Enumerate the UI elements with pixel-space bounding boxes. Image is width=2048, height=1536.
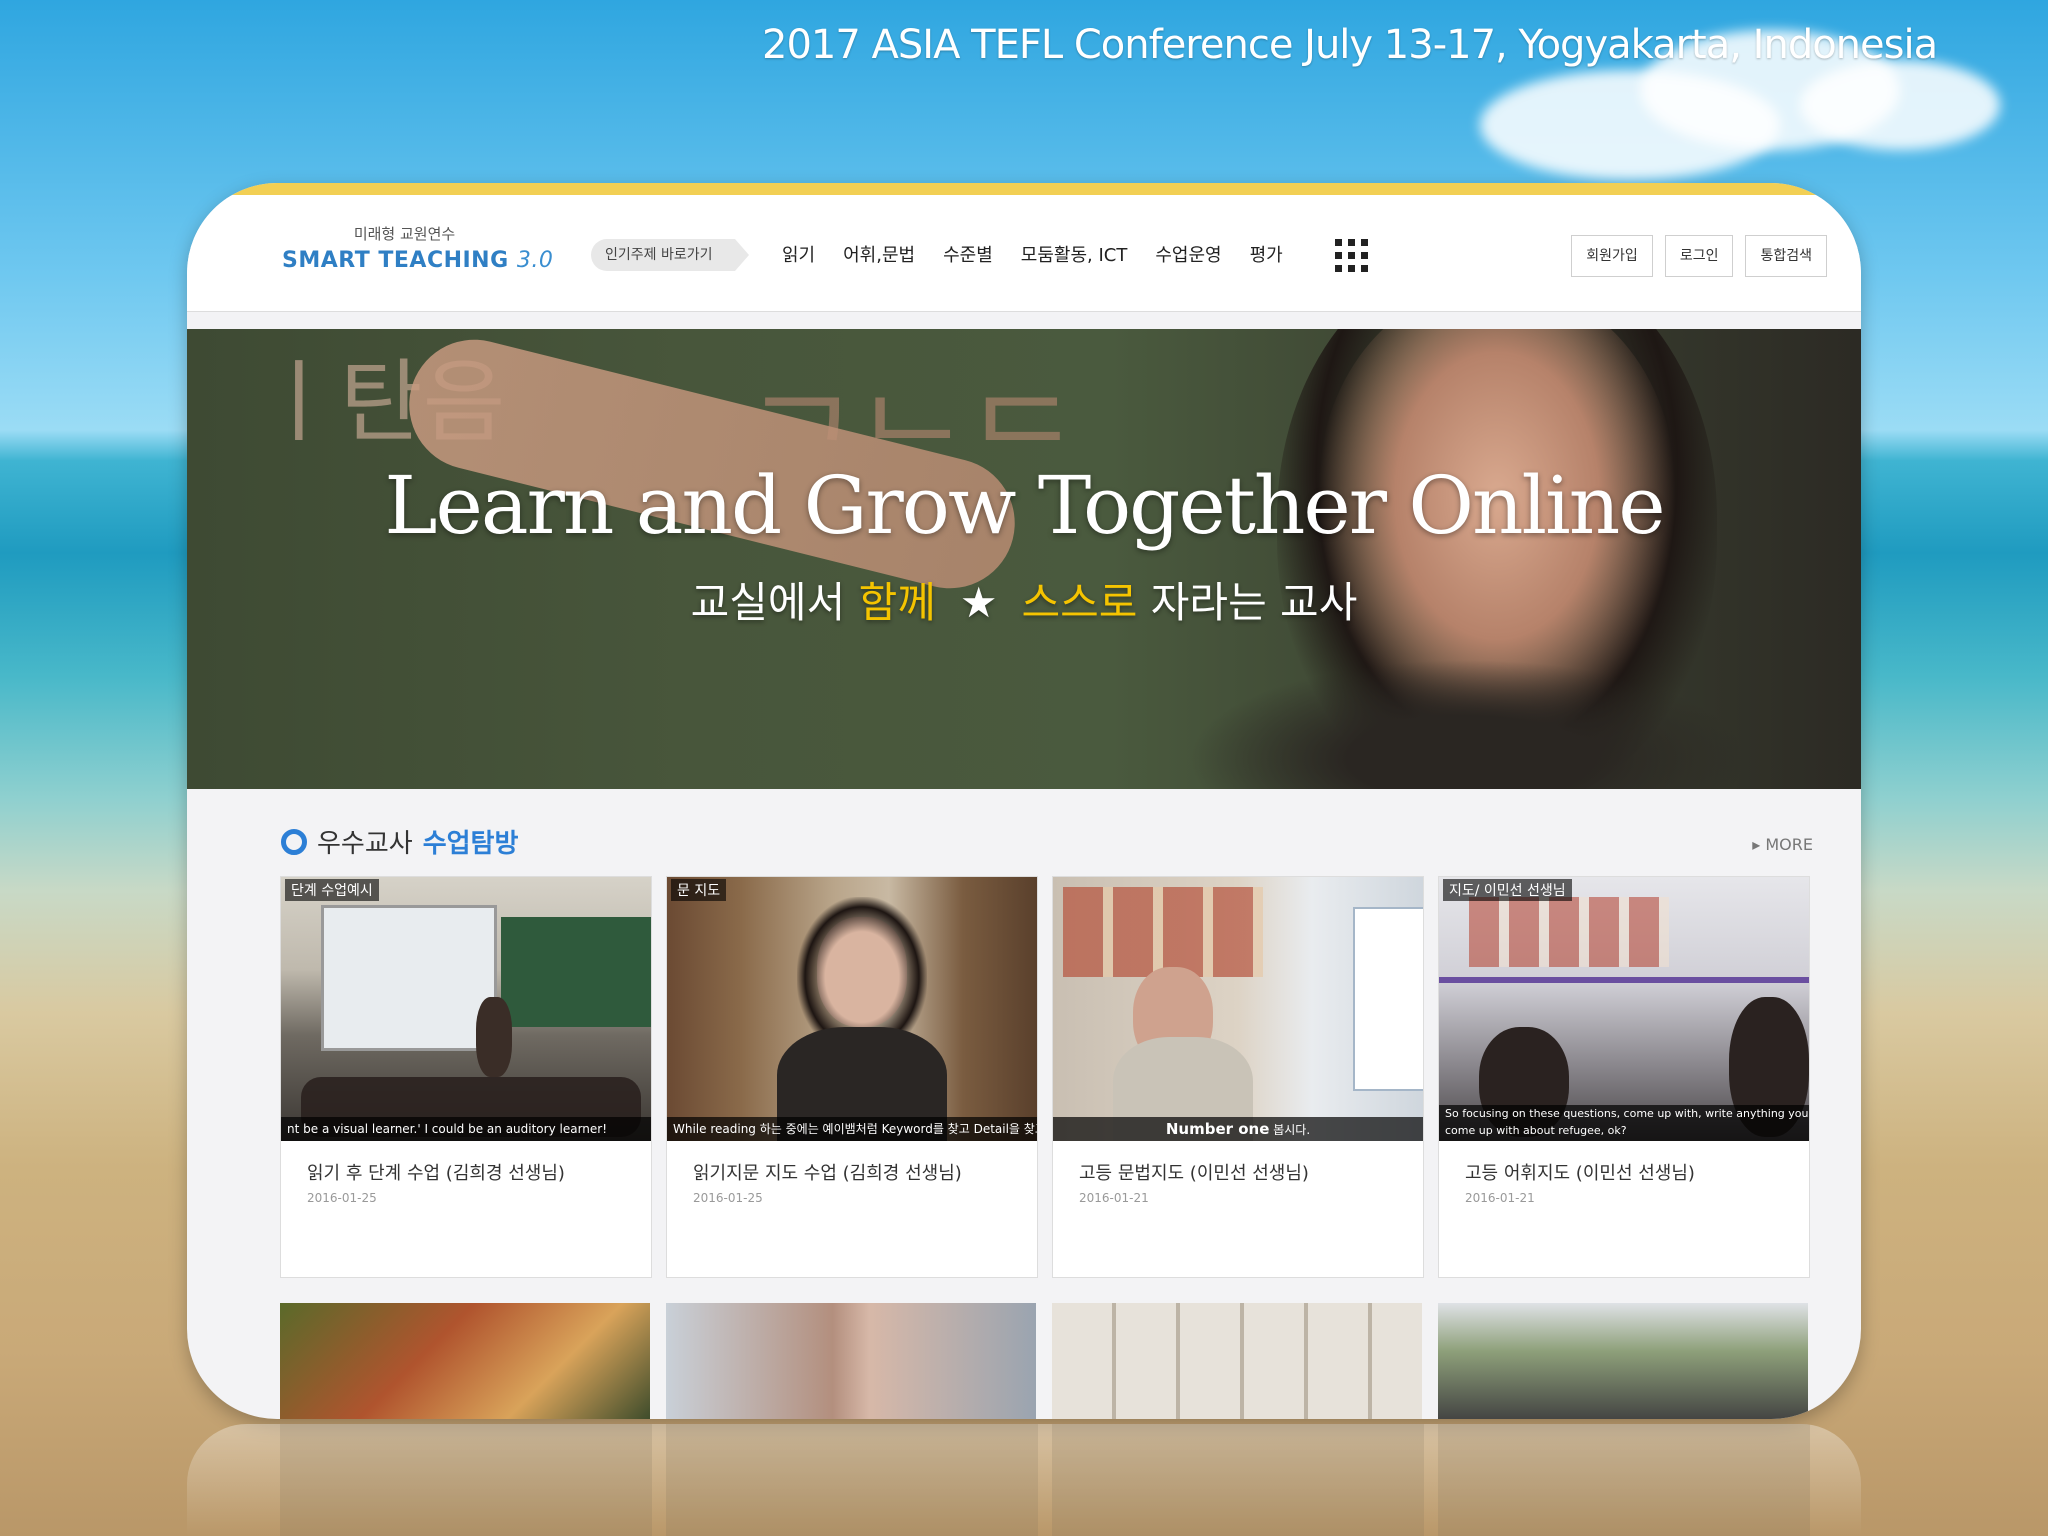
header-buttons: 회원가입 로그인 통합검색 — [1571, 235, 1827, 277]
nav-item-level[interactable]: 수준별 — [943, 241, 993, 267]
site-header: 미래형 교원연수 SMART TEACHING 3.0 인기주제 바로가기 읽기… — [187, 195, 1861, 312]
login-button[interactable]: 로그인 — [1664, 235, 1734, 277]
more-link[interactable]: ▸ MORE — [1752, 835, 1813, 854]
section-title-highlight: 수업탐방 — [422, 829, 519, 859]
video-caption: While reading 하는 중에는 예이뱀처럼 Keyword를 찾고 D… — [667, 1117, 1037, 1141]
video-caption: So focusing on these questions, come up … — [1439, 1105, 1809, 1141]
nav-item-assessment[interactable]: 평가 — [1250, 241, 1283, 267]
card-title[interactable]: 고등 문법지도 (이민선 선생님) — [1079, 1159, 1309, 1185]
thumbnail-label: 단계 수업예시 — [285, 879, 379, 901]
video-thumbnail[interactable]: Number one 봅시다. — [1053, 877, 1423, 1141]
logo-subtitle: 미래형 교원연수 — [353, 225, 456, 243]
caption-bold: Number one — [1165, 1120, 1270, 1138]
video-thumbnail[interactable] — [280, 1303, 650, 1419]
video-card[interactable]: 단계 수업예시 nt be a visual learner.' I could… — [280, 876, 652, 1278]
card-title[interactable]: 읽기 후 단계 수업 (김희경 선생님) — [307, 1159, 565, 1185]
conference-title: 2017 ASIA TEFL Conference July 13-17, Yo… — [762, 22, 1938, 68]
logo-name: SMART TEACHING 3.0 — [282, 248, 553, 273]
search-button[interactable]: 통합검색 — [1745, 235, 1827, 277]
hero-sub-highlight2: 스스로 — [1021, 578, 1138, 627]
hero-sub-part1: 교실에서 — [690, 578, 859, 627]
hero-sub-highlight1: 함께 — [858, 578, 936, 627]
hero-title: Learn and Grow Together Online — [384, 459, 1665, 552]
frame-reflection — [187, 1424, 1861, 1536]
video-thumbnail[interactable] — [666, 1303, 1036, 1419]
video-thumbnail[interactable]: 문 지도 While reading 하는 중에는 예이뱀처럼 Keyword를… — [667, 877, 1037, 1141]
popular-topics-link[interactable]: 인기주제 바로가기 — [591, 239, 748, 271]
hero-subtitle: 교실에서 함께 ★ 스스로 자라는 교사 — [187, 569, 1861, 630]
video-thumbnail[interactable] — [1052, 1303, 1422, 1419]
video-thumbnail[interactable] — [1438, 1303, 1808, 1419]
reflection-shape — [1438, 1424, 1810, 1536]
video-caption: nt be a visual learner.' I could be an a… — [281, 1117, 651, 1141]
video-card[interactable]: Number one 봅시다. 고등 문법지도 (이민선 선생님) 2016-0… — [1052, 876, 1424, 1278]
card-date: 2016-01-21 — [1079, 1191, 1149, 1205]
hero-sub-part2: 자라는 교사 — [1137, 578, 1358, 627]
section-header: 우수교사 수업탐방 — [281, 823, 518, 860]
video-thumbnail[interactable]: 지도/ 이민선 선생님 So focusing on these questio… — [1439, 877, 1809, 1141]
section-title: 우수교사 — [317, 829, 413, 859]
card-title[interactable]: 읽기지문 지도 수업 (김희경 선생님) — [693, 1159, 962, 1185]
thumbnail-label: 지도/ 이민선 선생님 — [1443, 879, 1572, 901]
teacher-blouse — [1187, 659, 1747, 789]
video-card[interactable]: 문 지도 While reading 하는 중에는 예이뱀처럼 Keyword를… — [666, 876, 1038, 1278]
star-icon: ★ — [959, 578, 998, 627]
main-nav: 읽기 어휘,문법 수준별 모둠활동, ICT 수업운영 평가 — [782, 241, 1311, 267]
reflection-shape — [1052, 1424, 1424, 1536]
cloud — [1800, 60, 2000, 150]
card-date: 2016-01-25 — [307, 1191, 377, 1205]
reflection-shape — [280, 1424, 652, 1536]
website-screenshot: 미래형 교원연수 SMART TEACHING 3.0 인기주제 바로가기 읽기… — [187, 183, 1861, 1419]
video-caption: Number one 봅시다. — [1053, 1117, 1423, 1141]
thumbnail-label: 문 지도 — [671, 879, 727, 901]
nav-item-class-management[interactable]: 수업운영 — [1155, 241, 1221, 267]
nav-item-vocab-grammar[interactable]: 어휘,문법 — [843, 241, 915, 267]
menu-grid-icon[interactable] — [1335, 239, 1369, 273]
nav-item-reading[interactable]: 읽기 — [782, 241, 815, 267]
reflection-shape — [666, 1424, 1038, 1536]
logo-name-text: SMART TEACHING — [282, 248, 509, 273]
nav-item-group-ict[interactable]: 모둠활동, ICT — [1021, 241, 1128, 267]
card-title[interactable]: 고등 어휘지도 (이민선 선생님) — [1465, 1159, 1695, 1185]
circle-bullet-icon — [281, 828, 307, 855]
video-thumbnail[interactable]: 단계 수업예시 nt be a visual learner.' I could… — [281, 877, 651, 1141]
card-date: 2016-01-21 — [1465, 1191, 1535, 1205]
card-date: 2016-01-25 — [693, 1191, 763, 1205]
site-logo[interactable]: 미래형 교원연수 SMART TEACHING 3.0 — [282, 223, 553, 273]
caption-rest: 봅시다. — [1269, 1123, 1311, 1137]
hero-banner: ㅣ탄음 ᄀᄂᄃ Learn and Grow Together Online 교… — [187, 329, 1861, 789]
logo-version: 3.0 — [516, 248, 554, 273]
signup-button[interactable]: 회원가입 — [1571, 235, 1653, 277]
video-card[interactable]: 지도/ 이민선 선생님 So focusing on these questio… — [1438, 876, 1810, 1278]
accent-bar — [187, 183, 1861, 195]
